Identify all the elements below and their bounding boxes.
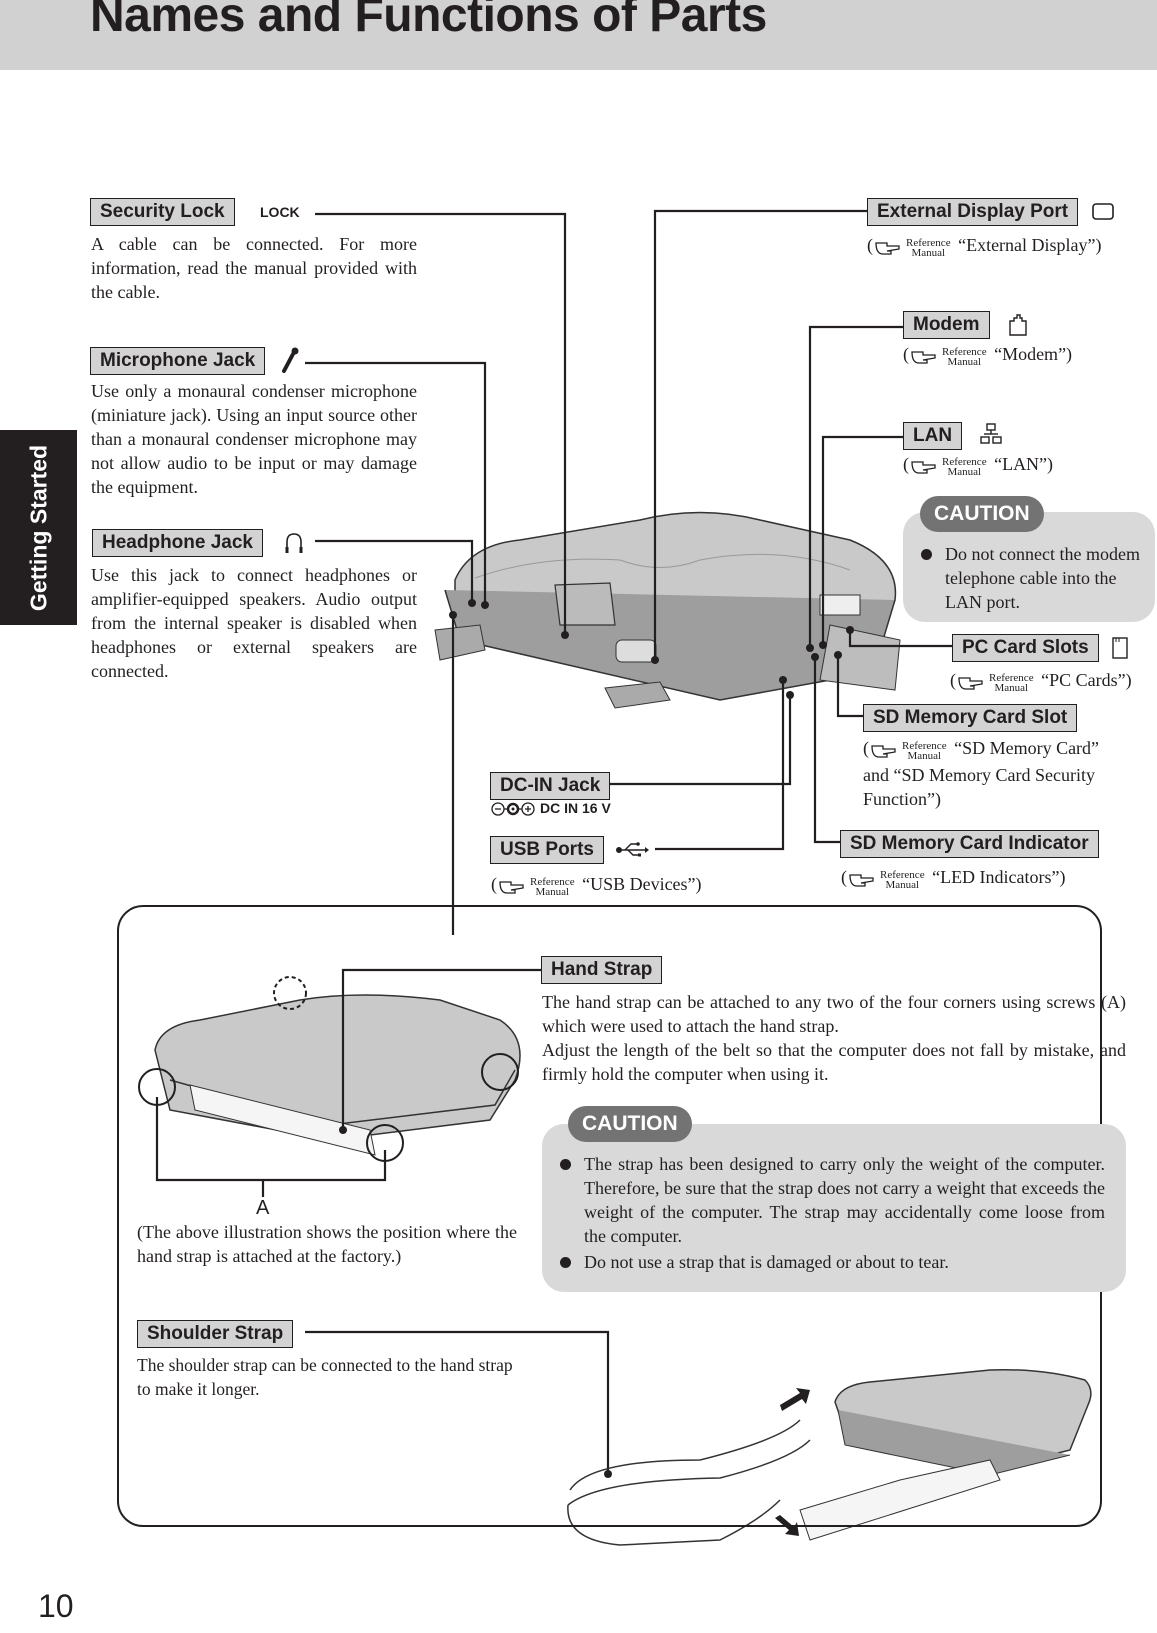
microphone-jack-label: Microphone Jack <box>90 347 266 375</box>
page-number: 10 <box>38 1588 74 1624</box>
screw-a-label: A <box>256 1197 270 1219</box>
sd-indicator-reference: (Reference Manual “LED Indicators”) <box>841 867 1066 892</box>
sd-memory-card-slot-reference: (Reference Manual “SD Memory Card” <box>863 738 1100 763</box>
usb-reference: (Reference Manual “USB Devices”) <box>491 874 702 899</box>
security-lock-label: Security Lock <box>90 198 235 226</box>
modem-jack-icon <box>1008 313 1028 337</box>
network-icon <box>980 422 1002 446</box>
usb-icon <box>615 842 649 858</box>
pc-card-icon <box>1111 636 1129 660</box>
usb-ports-label: USB Ports <box>490 836 604 864</box>
microphone-jack-description: Use only a monaural condenser microphone… <box>91 381 417 497</box>
dc-in-jack-label: DC-IN Jack <box>490 772 611 800</box>
pc-card-slots-label: PC Card Slots <box>952 634 1099 662</box>
headphone-jack-label: Headphone Jack <box>92 529 263 557</box>
modem-label: Modem <box>903 311 990 339</box>
security-lock-description: A cable can be connected. For more infor… <box>91 234 417 302</box>
caution-lan-title: CAUTION <box>920 496 1044 532</box>
reference-manual-icon: Reference Manual <box>497 874 578 898</box>
modem-reference: (Reference Manual “Modem”) <box>903 344 1073 369</box>
external-display-port-label: External Display Port <box>867 198 1079 226</box>
polarity-icon <box>491 801 535 817</box>
sd-memory-card-slot-reference-line3: Function”) <box>863 789 941 809</box>
caution-lan-item: Do not connect the modem telephone cable… <box>921 542 1151 614</box>
external-display-reference: (Reference Manual “External Display”) <box>867 235 1102 260</box>
headphone-icon <box>284 531 304 555</box>
caution-strap-item: The strap has been designed to carry onl… <box>560 1152 1105 1248</box>
monitor-icon <box>1091 202 1115 222</box>
security-lock-marking: LOCK <box>260 204 300 220</box>
headphone-jack-description: Use this jack to connect headphones or a… <box>91 565 417 681</box>
reference-manual-icon: Reference Manual <box>909 454 990 478</box>
sd-memory-card-slot-label: SD Memory Card Slot <box>863 704 1078 732</box>
reference-manual-icon: Reference Manual <box>869 738 950 762</box>
laptop-rear-illustration <box>434 511 901 709</box>
reference-manual-icon: Reference Manual <box>909 344 990 368</box>
sd-memory-card-slot-reference-line2: and “SD Memory Card Security <box>863 765 1095 785</box>
reference-manual-icon: Reference Manual <box>873 235 954 259</box>
caution-strap-title: CAUTION <box>568 1106 692 1142</box>
shoulder-strap-label: Shoulder Strap <box>137 1320 294 1348</box>
hand-strap-illustration-note: (The above illustration shows the positi… <box>137 1222 517 1266</box>
hand-strap-label: Hand Strap <box>541 956 663 984</box>
hand-strap-description: The hand strap can be attached to any tw… <box>542 992 1126 1084</box>
pc-card-reference: (Reference Manual “PC Cards”) <box>950 670 1132 695</box>
caution-strap-item: Do not use a strap that is damaged or ab… <box>560 1250 1105 1274</box>
dc-in-marking: DC IN 16 V <box>540 800 611 816</box>
sd-memory-card-indicator-label: SD Memory Card Indicator <box>840 830 1099 858</box>
lan-reference: (Reference Manual “LAN”) <box>903 454 1054 479</box>
reference-manual-icon: Reference Manual <box>956 670 1037 694</box>
reference-manual-icon: Reference Manual <box>847 867 928 891</box>
shoulder-strap-description: The shoulder strap can be connected to t… <box>137 1355 513 1399</box>
microphone-icon <box>280 347 300 373</box>
lan-label: LAN <box>903 422 963 450</box>
